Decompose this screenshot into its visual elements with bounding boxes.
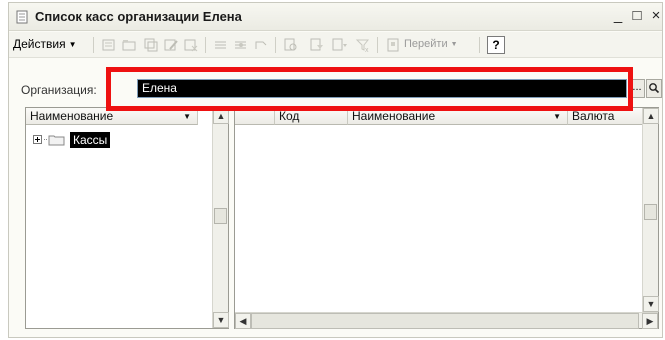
goto-menu-button[interactable]: Перейти ▼ (404, 38, 458, 50)
scroll-down-button[interactable]: ▼ (213, 312, 229, 328)
window-title: Список касс организации Елена (35, 9, 242, 24)
toolbar-separator (205, 37, 206, 53)
move-down-icon[interactable] (233, 37, 249, 53)
close-button[interactable]: × (647, 7, 665, 25)
tree-column-title: Наименование (30, 109, 114, 123)
delete-icon[interactable] (183, 37, 199, 53)
title-bar: Список касс организации Елена _ □ × (9, 3, 662, 31)
tree-column-header[interactable]: Наименование ▼ (26, 108, 198, 125)
folder-icon (44, 135, 65, 146)
organization-open-button[interactable] (646, 79, 662, 98)
scroll-thumb[interactable] (214, 208, 227, 224)
column-header-name[interactable]: Наименование ▼ (348, 108, 568, 125)
tree-vertical-scrollbar[interactable]: ▲ ▼ (212, 108, 229, 328)
add-icon[interactable] (101, 37, 117, 53)
find-icon[interactable] (283, 37, 299, 53)
move-up-icon[interactable] (213, 37, 229, 53)
minimize-button[interactable]: _ (609, 7, 627, 25)
tree-item-label: Кассы (70, 132, 111, 148)
table-vertical-scrollbar[interactable]: ▲ ▼ (642, 108, 659, 312)
goto-document-icon[interactable] (385, 37, 401, 53)
add-group-icon[interactable] (121, 37, 137, 53)
filter-icon[interactable] (309, 37, 325, 53)
toolbar: Действия ▼ x Перейти ▼ ? (9, 32, 662, 58)
list-form-icon (16, 10, 28, 24)
filter-list-icon[interactable] (331, 37, 347, 53)
toolbar-separator (479, 37, 480, 53)
scroll-left-button[interactable]: ◀ (235, 313, 251, 329)
svg-text:x: x (365, 47, 369, 53)
horizontal-scroll-thumb[interactable] (251, 313, 639, 329)
actions-menu-button[interactable]: Действия ▼ (13, 37, 77, 51)
edit-icon[interactable] (163, 37, 179, 53)
scroll-up-button[interactable]: ▲ (643, 108, 659, 124)
actions-label: Действия (13, 37, 66, 51)
cash-registers-table[interactable]: Код Наименование ▼ Валюта ▲ ▼ ◀ ▶ (234, 107, 659, 329)
column-header-marker[interactable] (235, 108, 275, 125)
column-header-currency[interactable]: Валюта (568, 108, 644, 125)
organization-label: Организация: (21, 83, 97, 97)
level-up-icon[interactable] (253, 37, 269, 53)
toolbar-separator (93, 37, 94, 53)
organization-field[interactable]: Елена (137, 79, 627, 98)
cash-registers-window: Список касс организации Елена _ □ × Дейс… (8, 2, 663, 338)
column-header-code[interactable]: Код (275, 108, 348, 125)
copy-icon[interactable] (143, 37, 159, 53)
expand-plus-icon[interactable] (32, 132, 44, 148)
clear-filter-icon[interactable]: x (355, 37, 371, 53)
chevron-down-icon: ▼ (68, 40, 77, 49)
help-button[interactable]: ? (487, 36, 505, 54)
scroll-up-button[interactable]: ▲ (213, 108, 229, 124)
magnifier-icon (649, 83, 660, 94)
table-horizontal-scrollbar[interactable]: ◀ ▶ (235, 312, 658, 329)
sort-down-icon: ▼ (183, 112, 191, 121)
scroll-right-button[interactable]: ▶ (642, 313, 658, 329)
chevron-down-icon: ▼ (450, 41, 458, 48)
maximize-button[interactable]: □ (628, 7, 646, 25)
scroll-thumb[interactable] (644, 204, 657, 220)
column-title-code: Код (279, 109, 300, 123)
sort-down-icon: ▼ (553, 112, 561, 121)
toolbar-separator (377, 37, 378, 53)
column-title-currency: Валюта (572, 109, 615, 123)
organization-select-button[interactable]: ... (629, 79, 645, 98)
groups-tree[interactable]: Наименование ▼ ▲ ▼ Кассы (25, 107, 229, 329)
goto-label: Перейти (404, 38, 448, 50)
toolbar-separator (275, 37, 276, 53)
scroll-down-button[interactable]: ▼ (643, 296, 659, 312)
column-title-name: Наименование (352, 109, 436, 123)
